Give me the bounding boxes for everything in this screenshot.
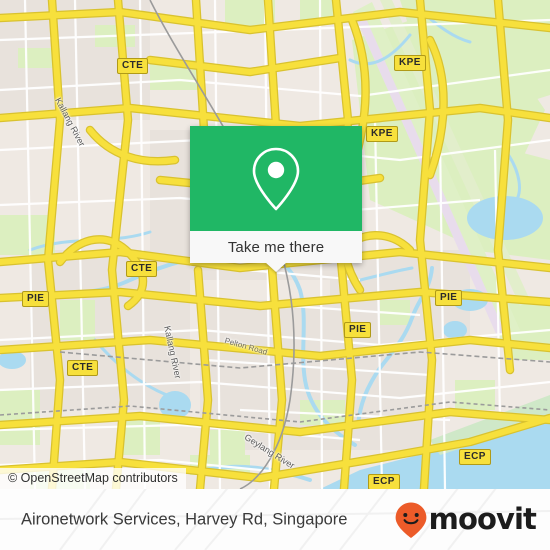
highway-shield-pie: PIE [435, 290, 463, 306]
highway-shield-kpe: KPE [394, 55, 426, 71]
highway-shield-ecp: ECP [368, 474, 400, 489]
moovit-wordmark: moovit [428, 502, 537, 536]
take-me-there-label: Take me there [227, 238, 325, 256]
highway-shield-cte: CTE [117, 58, 149, 74]
popup-marker-panel [190, 126, 362, 231]
footer-bar: Aironetwork Services, Harvey Rd, Singapo… [0, 489, 550, 550]
popup-action-bar[interactable]: Take me there [190, 231, 362, 263]
osm-attribution[interactable]: © OpenStreetMap contributors [0, 468, 186, 489]
map-pin-icon [252, 147, 300, 210]
highway-shield-cte: CTE [67, 360, 99, 376]
highway-shield-kpe: KPE [366, 126, 398, 142]
moovit-map-screenshot: CTE KPE KPE CTE PIE PIE PIE CTE ECP ECP … [0, 0, 550, 550]
page-title: Aironetwork Services, Harvey Rd, Singapo… [21, 510, 348, 528]
map-canvas[interactable]: CTE KPE KPE CTE PIE PIE PIE CTE ECP ECP … [0, 0, 550, 489]
moovit-pin-icon [395, 502, 427, 538]
highway-shield-cte: CTE [126, 261, 158, 277]
highway-shield-ecp: ECP [459, 449, 491, 465]
location-popup-card[interactable]: Take me there [190, 126, 362, 272]
highway-shield-pie: PIE [22, 291, 50, 307]
popup-pointer-tail [265, 262, 287, 272]
moovit-logo[interactable]: moovit [394, 501, 537, 539]
highway-shield-pie: PIE [344, 322, 372, 338]
